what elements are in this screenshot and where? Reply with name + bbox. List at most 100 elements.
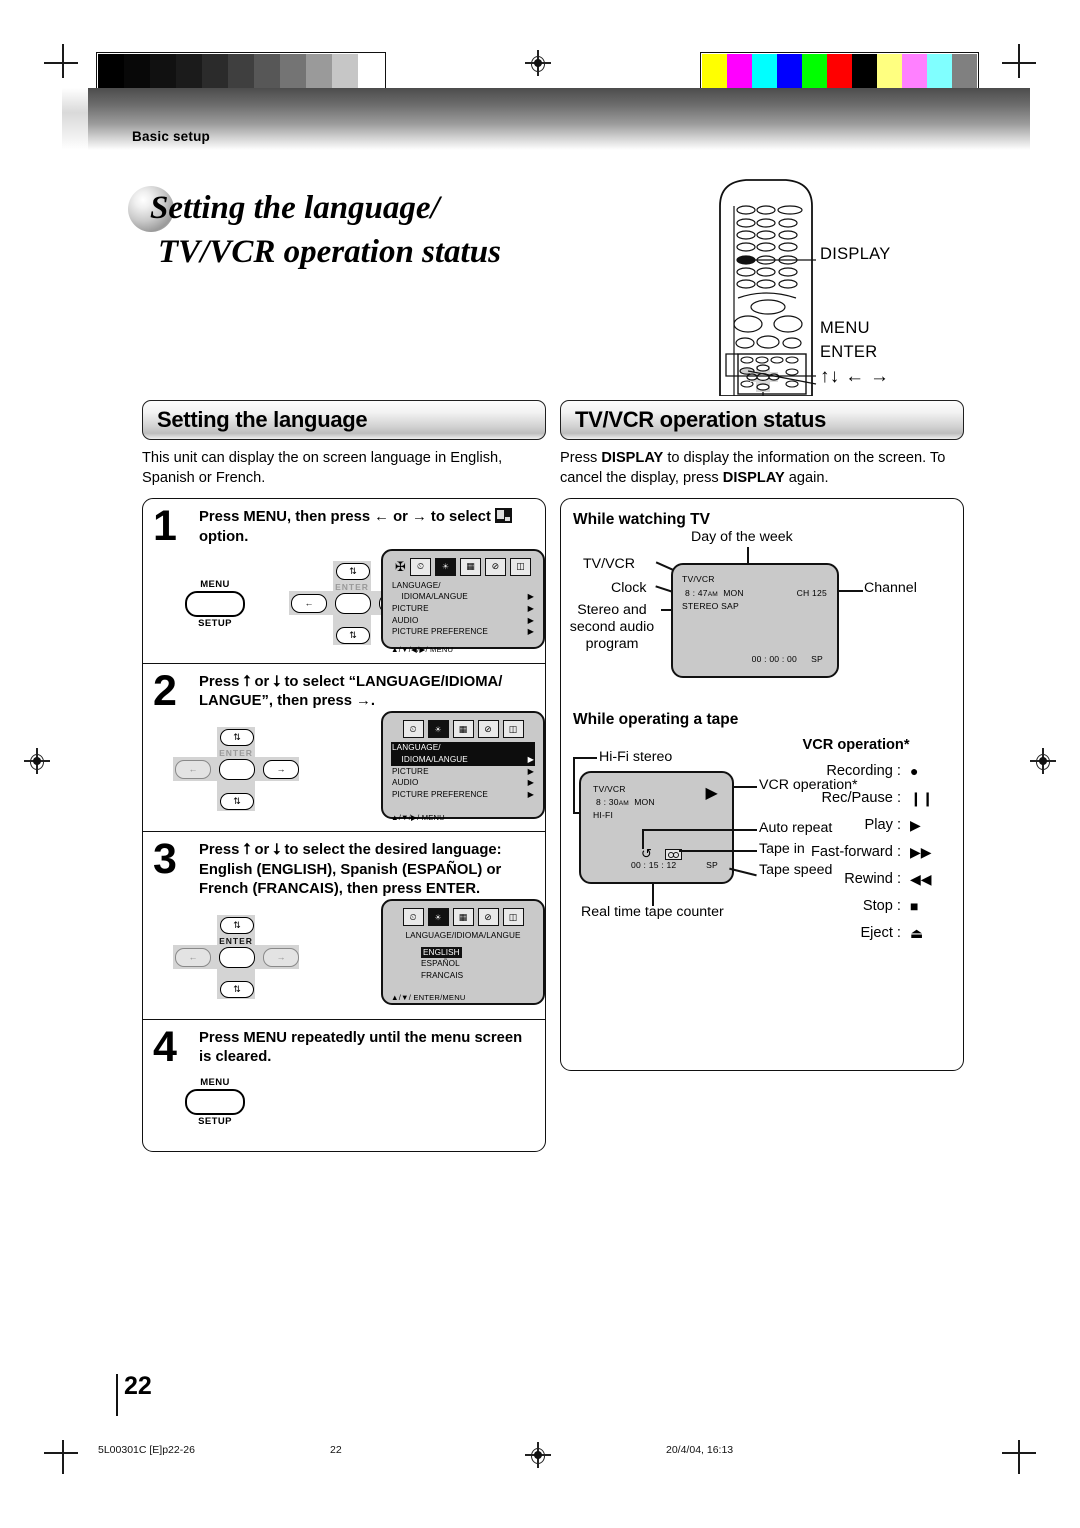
color-swatch — [927, 54, 952, 90]
grayscale-swatch — [202, 54, 228, 90]
grayscale-swatch — [332, 54, 358, 90]
osd-language-option: ESPAÑOL — [421, 958, 535, 970]
osd-row: LANGUAGE/ — [391, 580, 535, 592]
dpad-left-key-1: ← — [291, 593, 327, 613]
prohibit-icon: ⊘ — [484, 557, 506, 576]
step-3: 3 Press ⭡ or ⭣ to select the desired lan… — [143, 832, 545, 1021]
registration-mark-left — [24, 748, 50, 774]
grayscale-swatch — [306, 54, 332, 90]
callout-day-of-week: Day of the week — [691, 529, 793, 546]
grid-icon: ▦ — [452, 720, 474, 739]
osd-language-option: FRANCAIS — [421, 970, 535, 982]
screen-tape-tvvcr-indicator: TV/VCR — [593, 784, 626, 795]
vcr-op-label: Fast-forward : — [810, 844, 901, 861]
color-swatch — [877, 54, 902, 90]
step-1-text-b: to select — [426, 509, 496, 526]
dpad-down-key-3: ⇅ — [220, 981, 254, 999]
dpad-right-key-3: → — [263, 948, 299, 968]
osd-icon-row-1: ✠ ⏲ ☀ ▦ ⊘ ◫ — [391, 557, 535, 576]
osd-nav-hint-3: ▲/▼/ ENTER/MENU — [391, 992, 466, 1002]
right-intro-c: again. — [784, 469, 829, 486]
grayscale-swatch — [98, 54, 124, 90]
screen-audio-mode: STEREO SAP — [682, 601, 739, 612]
step-1-figure: MENU SETUP ENTER ⇅ ⇅ ← → ✠ — [153, 548, 545, 654]
screen-channel: CH 125 — [797, 588, 827, 598]
callout-tv-vcr: TV/VCR — [583, 556, 636, 573]
step-2: 2 Press ⭡ or ⭣ to select “LANGUAGE/IDIOM… — [143, 664, 545, 833]
breadcrumb: Basic setup — [132, 129, 210, 144]
step-4-number: 4 — [153, 1023, 177, 1072]
osd-row: PICTURE PREFERENCE ▶ — [391, 626, 535, 638]
vcr-op-label: Rec/Pause : — [821, 790, 902, 807]
vcr-op-label: Recording : — [826, 763, 901, 780]
screen-tape-counter: 00 : 15 : 12 — [631, 860, 677, 871]
crop-mark-tl-h — [44, 62, 78, 64]
page-title: Setting the language/ TV/VCR operation s… — [150, 187, 710, 274]
osd-menu-1: ✠ ⏲ ☀ ▦ ⊘ ◫ LANGUAGE/ IDIOMA/LANGUE ▶ PIC… — [381, 548, 545, 654]
osd-row: AUDIO ▶ — [391, 777, 535, 789]
prohibit-icon: ⊘ — [477, 720, 499, 739]
clock-icon: ⏲ — [402, 908, 424, 927]
color-swatch — [777, 54, 802, 90]
color-swatch — [902, 54, 927, 90]
arrow-left-icon: ← — [374, 509, 389, 526]
leader-hifi-h — [573, 757, 597, 759]
callout-hifi-stereo: Hi-Fi stereo — [599, 749, 673, 766]
dpad-enter-key-1 — [335, 592, 371, 614]
osd-row-label: PICTURE — [392, 766, 429, 776]
leader-auto-repeat-v — [642, 829, 644, 850]
screen-clock-time: 8 : 47 — [685, 588, 708, 599]
step-4-figure: MENU SETUP — [153, 1073, 535, 1135]
screen-tvvcr-indicator: TV/VCR — [682, 574, 715, 585]
rewind-icon: ◀◀ — [910, 871, 932, 888]
registration-mark-bottom — [525, 1442, 551, 1468]
tape-icon: ◫ — [509, 557, 531, 576]
grayscale-calibration-strip — [96, 52, 386, 92]
right-column: TV/VCR operation status Press DISPLAY to… — [560, 400, 964, 1072]
page-number: 22 — [124, 1372, 152, 1400]
remote-label-display: DISPLAY — [820, 245, 891, 263]
screen-channel-number: 125 — [812, 588, 827, 599]
screen-tape-clock-ampm: AM — [618, 800, 629, 808]
screen-tape-day: MON — [634, 797, 655, 808]
vcr-operation-item: Eject : ⏏ — [776, 925, 936, 941]
section-header-label: TV/VCR operation status — [575, 407, 827, 432]
crop-mark-bl-h — [44, 1452, 78, 1454]
tv-screen-tape: TV/VCR 8 : 30AM MON HI-FI ▶ ↺ 00 : 15 : … — [579, 771, 734, 885]
osd-row-arrow: ▶ — [527, 627, 534, 637]
osd-icon-row-2: ⏲ ☀ ▦ ⊘ ◫ — [391, 720, 535, 739]
picture-icon: ☀ — [434, 557, 456, 576]
osd-row-arrow: ▶ — [527, 766, 534, 776]
footer-timestamp: 20/4/04, 16:13 — [666, 1444, 734, 1456]
tape-icon: ◫ — [502, 908, 524, 927]
vcr-op-label: Stop : — [862, 898, 901, 915]
step-1: 1 Press MENU, then press ← or → to selec… — [143, 499, 545, 664]
osd-row: IDIOMA/LANGUE ▶ — [391, 591, 535, 603]
grayscale-swatch — [150, 54, 176, 90]
dpad-left-key-3: ← — [175, 948, 211, 968]
callout-clock: Clock — [611, 580, 647, 597]
while-operating-tape-heading: While operating a tape — [573, 711, 739, 729]
section-header-tvvcr-status: TV/VCR operation status — [560, 400, 964, 440]
eject-icon: ⏏ — [910, 925, 924, 942]
registration-mark-right — [1030, 748, 1056, 774]
osd-row: PICTURE ▶ — [391, 766, 535, 778]
step-1-number: 1 — [153, 502, 177, 551]
screen-day: MON — [723, 588, 744, 599]
osd-row-label: PICTURE PREFERENCE — [392, 627, 488, 637]
osd-row-label: LANGUAGE/ — [392, 743, 441, 753]
screen-clock: 8 : 47AM MON — [685, 588, 744, 598]
dpad-enter-label-2: ENTER — [219, 748, 253, 759]
left-column: Setting the language This unit can displ… — [142, 400, 546, 1153]
step-3-text: Press ⭡ or ⭣ to select the desired langu… — [199, 842, 502, 897]
fast-forward-icon: ▶▶ — [910, 844, 932, 861]
screen-hifi-indicator: HI-FI — [593, 810, 614, 821]
section-header-setting-language: Setting the language — [142, 400, 546, 440]
picture-option-icon — [495, 508, 513, 524]
record-icon: ● — [910, 763, 919, 780]
color-swatch — [752, 54, 777, 90]
screen-channel-label: CH — [796, 588, 810, 599]
step-1-text: Press MENU, then press ← or → to select … — [199, 508, 535, 546]
step-2-text: Press ⭡ or ⭣ to select “LANGUAGE/IDIOMA/… — [199, 673, 503, 710]
dpad-down-key-2: ⇅ — [220, 793, 254, 811]
